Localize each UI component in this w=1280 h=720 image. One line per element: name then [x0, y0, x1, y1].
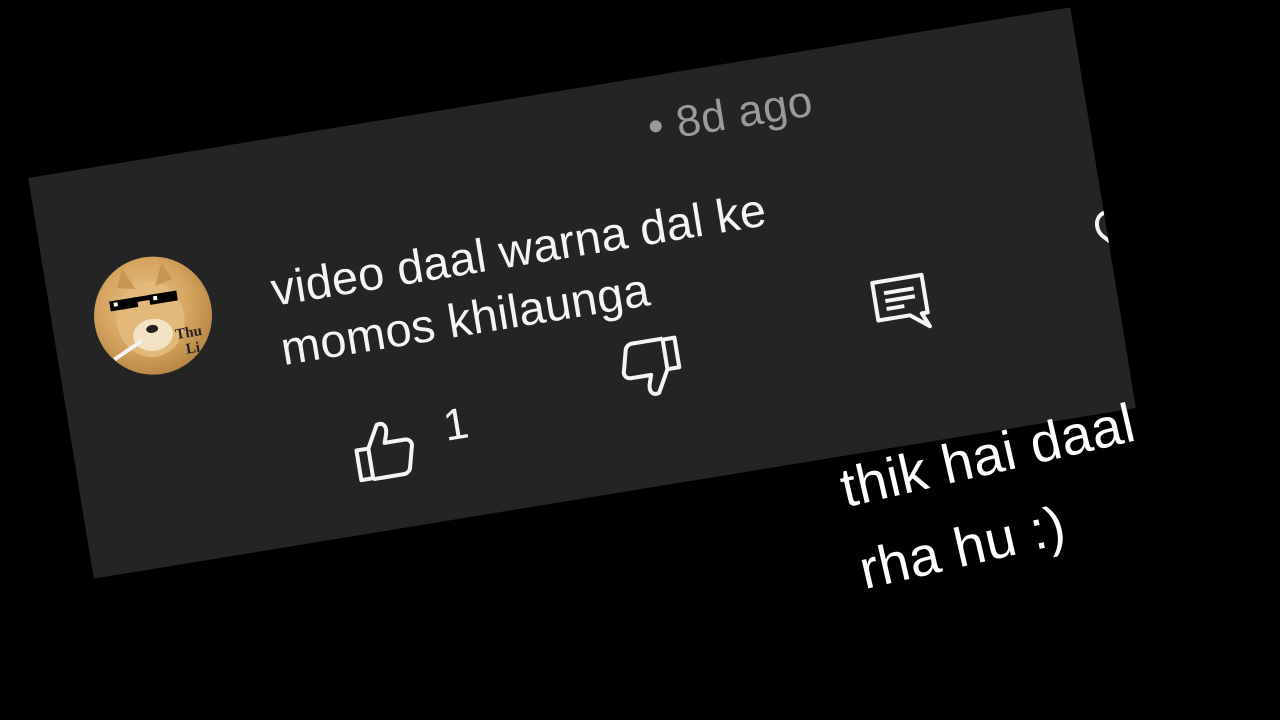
comment-text: video daal warna dal ke momos khilaunga — [267, 157, 918, 379]
like-count: 1 — [439, 398, 472, 451]
like-button[interactable] — [346, 411, 422, 487]
thumbs-up-icon — [354, 421, 414, 483]
doge-avatar-icon: Thu Li — [109, 262, 203, 362]
avatar[interactable]: Thu Li — [85, 247, 221, 384]
reply-button[interactable] — [865, 268, 936, 339]
heart-button[interactable] — [1089, 197, 1136, 268]
dislike-button[interactable] — [614, 331, 690, 407]
reply-icon — [870, 272, 932, 329]
avatar-overlay-text-2: Li — [185, 340, 202, 358]
thumbs-down-icon — [621, 335, 682, 396]
comment-timestamp: • 8d ago — [644, 76, 817, 152]
heart-icon — [1094, 205, 1136, 258]
